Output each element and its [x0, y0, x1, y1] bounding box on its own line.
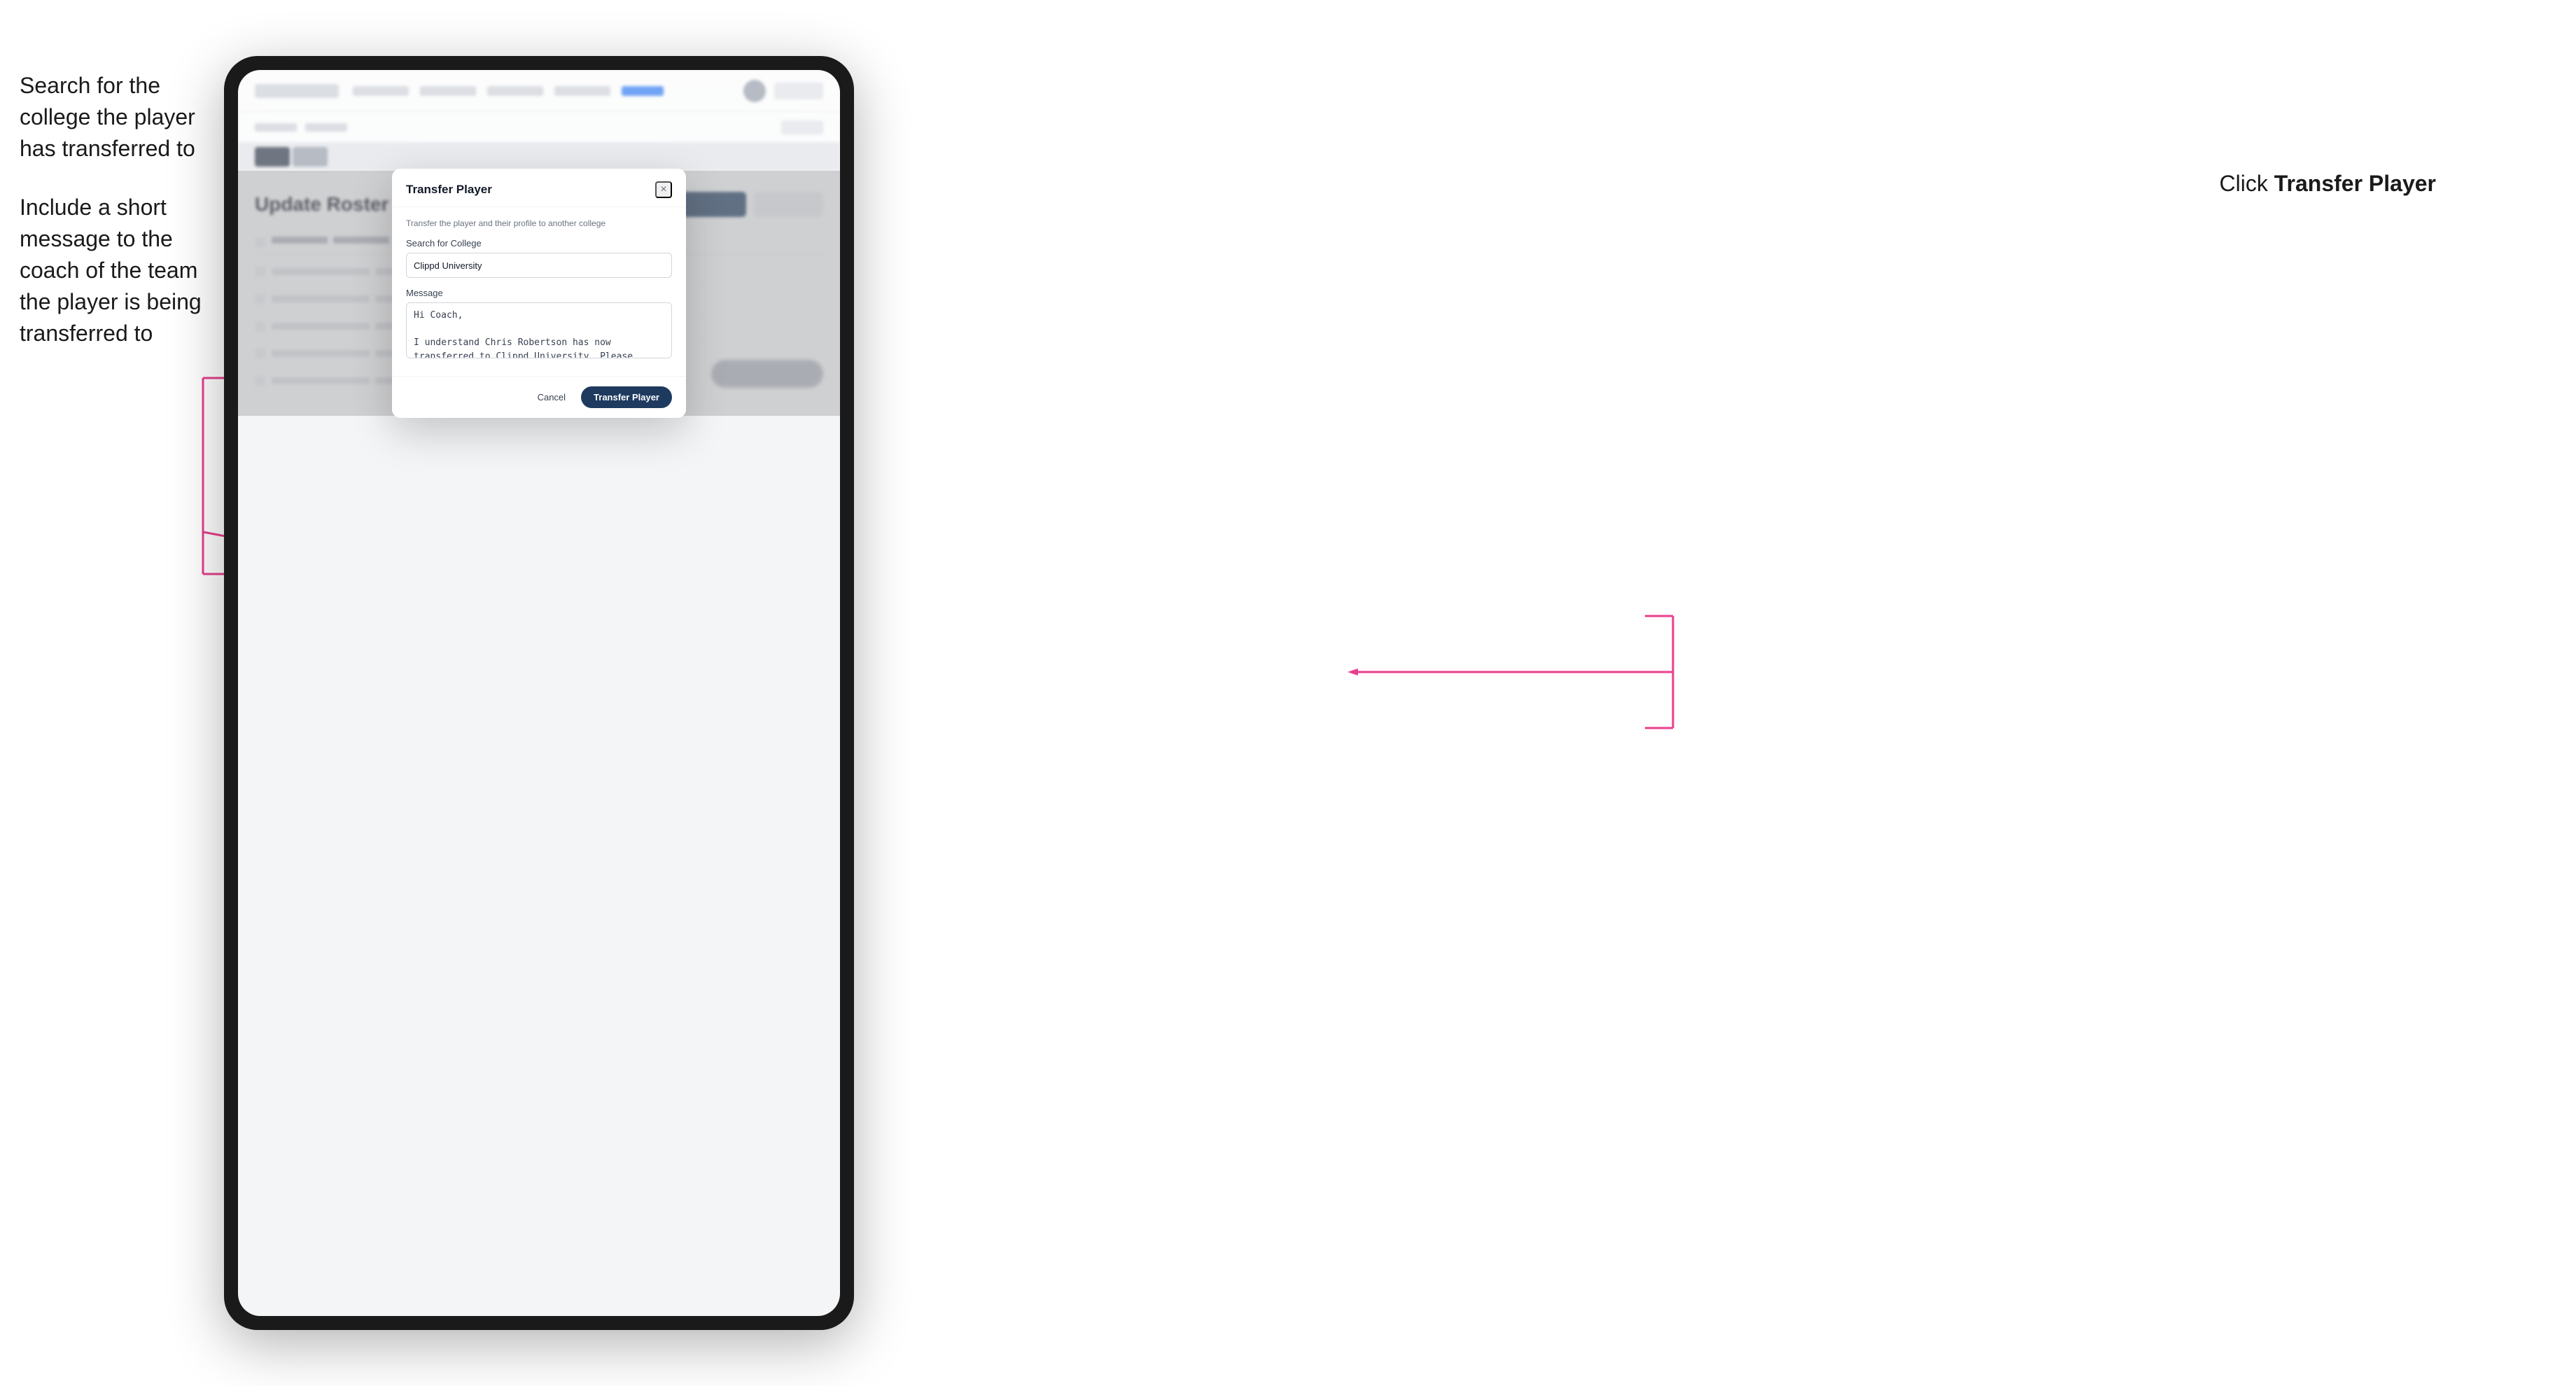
nav-item-teams — [622, 86, 664, 96]
sub-nav-invite — [305, 123, 347, 132]
modal-footer: Cancel Transfer Player — [392, 376, 686, 418]
sub-nav-roster — [255, 123, 297, 132]
right-annotation: Click Transfer Player — [2220, 168, 2436, 200]
modal-overlay: Transfer Player × Transfer the player an… — [238, 171, 840, 416]
annotation-right-bold: Transfer Player — [2274, 171, 2436, 196]
nav-items — [353, 86, 729, 96]
sub-nav — [238, 112, 840, 143]
message-label: Message — [406, 288, 672, 298]
nav-right — [743, 80, 823, 102]
cancel-button[interactable]: Cancel — [529, 388, 574, 407]
transfer-player-modal: Transfer Player × Transfer the player an… — [392, 169, 686, 418]
message-textarea[interactable]: Hi Coach, I understand Chris Robertson h… — [406, 302, 672, 358]
filter-tab-active — [293, 147, 328, 167]
filter-tab-all — [255, 147, 290, 167]
modal-header: Transfer Player × — [392, 169, 686, 207]
search-college-input[interactable] — [406, 253, 672, 278]
annotation-right-prefix: Click — [2220, 171, 2274, 196]
nav-item-statistics — [487, 86, 543, 96]
nav-item-tools — [420, 86, 476, 96]
app-nav — [238, 70, 840, 112]
main-content: Update Roster — [238, 171, 840, 416]
nav-item-community — [353, 86, 409, 96]
tablet-device: Update Roster — [224, 56, 854, 1330]
modal-title: Transfer Player — [406, 183, 492, 197]
nav-logo — [255, 84, 339, 98]
annotation-text-2: Include a short message to the coach of … — [20, 192, 216, 349]
tablet-screen: Update Roster — [238, 70, 840, 1316]
nav-item-play — [554, 86, 610, 96]
sub-nav-right-btn — [781, 120, 823, 134]
nav-button — [774, 83, 823, 99]
left-annotations: Search for the college the player has tr… — [20, 70, 216, 377]
search-college-label: Search for College — [406, 238, 672, 248]
filter-tabs — [238, 143, 840, 171]
transfer-player-button[interactable]: Transfer Player — [581, 386, 672, 408]
modal-subtitle: Transfer the player and their profile to… — [406, 218, 672, 228]
nav-avatar — [743, 80, 766, 102]
annotation-text-1: Search for the college the player has tr… — [20, 70, 216, 164]
modal-close-button[interactable]: × — [655, 181, 672, 198]
modal-body: Transfer the player and their profile to… — [392, 207, 686, 376]
